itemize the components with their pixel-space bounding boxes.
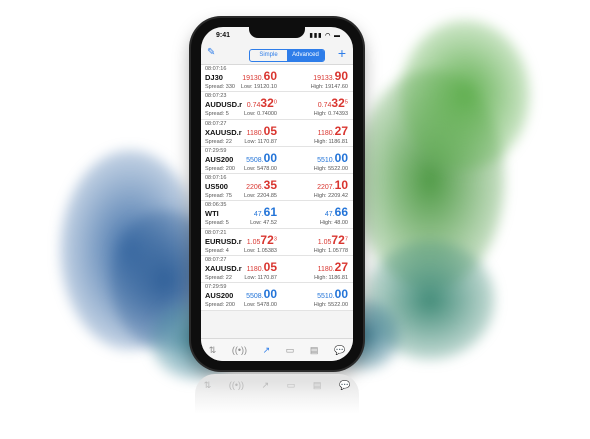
quote-high: High: 1186.81 [314,138,348,145]
quote-low: Low: 19120.10 [240,84,277,90]
quote-ask: 5510.00 [317,287,348,302]
quote-bid: 1180.05 [246,260,277,275]
quote-row[interactable]: 08:07:21 EURUSD.r Spread: 4 1.05723 1.05… [201,229,353,257]
phone-reflection: ⇅ ((•)) ↗ ▭ ▤ 💬 [195,374,359,414]
quote-spread: Spread: 200 [205,165,235,172]
quote-row[interactable]: 08:07:23 AUDUSD.r Spread: 5 0.74320 0.74… [201,92,353,120]
quote-low: Low: 47.52 [250,220,277,227]
quote-high: High: 48.00 [319,220,348,227]
quote-high: High: 1186.81 [314,275,348,282]
quote-ask: 47.66 [324,205,348,220]
quote-low: Low: 5478.00 [243,165,277,172]
quote-ask: 19133.90 [313,69,348,83]
reflection-news-icon: ▤ [312,380,322,390]
quote-ask: 1.05727 [317,232,348,247]
quotes-list: 08:07:16 DJ30 Spread: 330 19130.60 19133… [201,65,353,311]
quote-time: 07:29:59 [205,284,227,291]
phone-screen: 9:41 ▮▮▮ ◠ ▬ ✎ Simple Advanced + 08:07:1… [201,27,353,361]
phone-frame: 9:41 ▮▮▮ ◠ ▬ ✎ Simple Advanced + 08:07:1… [191,18,363,370]
quote-low: Low: 2204.85 [243,193,277,200]
quote-time: 08:07:16 [205,66,227,72]
quote-high: High: 5522.00 [313,165,348,172]
quote-row[interactable]: 08:06:35 WTI Spread: 5 47.61 47.66 Low: … [201,201,353,229]
quotes-tab-icon[interactable]: ⇅ [209,345,217,356]
quote-symbol: AUS200 [205,291,234,301]
quote-time: 08:07:23 [205,93,227,100]
reflection-chart-icon: ((•)) [228,380,245,390]
messages-tab-icon[interactable]: 💬 [334,345,345,356]
edit-icon[interactable]: ✎ [207,47,215,58]
quote-high: High: 5522.00 [313,302,348,309]
quote-bid: 19130.60 [242,69,277,83]
quote-spread: Spread: 330 [205,84,235,90]
reflection-quotes-icon: ⇅ [203,380,212,390]
quote-low: Low: 5478.00 [243,302,277,309]
quote-high: High: 2209.42 [313,193,348,200]
quote-high: High: 1.05778 [313,247,348,254]
quote-bid: 0.74320 [246,96,277,111]
quote-low: Low: 1170.87 [244,275,277,282]
news-tab-icon[interactable]: ▤ [310,345,319,356]
tab-simple[interactable]: Simple [250,50,287,61]
quote-row[interactable]: 08:07:16 DJ30 Spread: 330 19130.60 19133… [201,65,353,93]
quote-low: Low: 1.05383 [243,247,277,254]
phone-notch [249,27,305,38]
quote-row[interactable]: 08:07:16 US500 Spread: 75 2206.35 2207.1… [201,174,353,202]
quote-high: High: 0.74393 [313,111,348,118]
quote-symbol: DJ30 [205,73,223,82]
quote-high: High: 19147.60 [310,84,348,90]
quote-ask: 0.74325 [317,96,348,111]
quote-spread: Spread: 75 [205,193,232,200]
quote-ask: 5510.00 [317,150,348,165]
quote-bid: 2206.35 [246,178,277,193]
status-icons: ▮▮▮ ◠ ▬ [309,33,341,39]
bottom-tab-bar: ⇅ ((•)) ↗ ▭ ▤ 💬 [201,338,353,361]
reflection-history-icon: ▭ [286,380,296,390]
quote-ask: 1180.27 [317,260,348,275]
quote-time: 08:07:27 [205,120,227,127]
quote-low: Low: 1170.87 [244,138,277,145]
quote-time: 07:29:59 [205,147,227,154]
quote-spread: Spread: 5 [205,220,229,227]
quote-time: 08:07:27 [205,257,227,264]
quote-spread: Spread: 200 [205,302,235,309]
trade-tab-icon[interactable]: ↗ [263,345,271,356]
status-time: 9:41 [216,32,231,39]
quote-bid: 5508.00 [246,287,277,302]
quote-spread: Spread: 22 [205,275,232,282]
quote-row[interactable]: 07:29:59 AUS200 Spread: 200 5508.00 5510… [201,147,353,175]
view-mode-segmented-control: Simple Advanced [249,49,325,62]
quote-symbol: XAUUSD.r [205,127,242,137]
quote-symbol: EURUSD.r [205,236,242,246]
quote-spread: Spread: 5 [205,111,229,118]
quote-row[interactable]: 08:07:27 XAUUSD.r Spread: 22 1180.05 118… [201,256,353,284]
quote-row[interactable]: 08:07:27 XAUUSD.r Spread: 22 1180.05 118… [201,120,353,147]
quote-row[interactable]: 07:29:59 AUS200 Spread: 200 5508.00 5510… [201,283,353,311]
quotes-toolbar: ✎ Simple Advanced + [201,44,353,65]
quote-symbol: WTI [205,209,219,219]
reflection-messages-icon: 💬 [338,380,351,390]
quote-bid: 47.61 [253,205,277,220]
quote-time: 08:06:35 [205,202,227,209]
quote-spread: Spread: 4 [205,247,229,254]
add-symbol-icon[interactable]: + [338,45,346,61]
quote-symbol: AUDUSD.r [205,100,243,110]
quote-bid: 5508.00 [246,150,277,165]
reflection-trade-icon: ↗ [261,380,270,390]
quote-time: 08:07:16 [205,175,227,182]
quote-time: 08:07:21 [205,229,227,236]
quote-symbol: US500 [205,182,228,192]
quote-low: Low: 0.74000 [243,111,277,118]
quote-symbol: XAUUSD.r [205,264,242,274]
history-tab-icon[interactable]: ▭ [286,345,295,356]
quote-symbol: AUS200 [205,154,234,164]
quote-ask: 1180.27 [317,123,348,138]
quote-ask: 2207.10 [317,178,348,193]
quote-bid: 1180.05 [246,123,277,138]
chart-tab-icon[interactable]: ((•)) [232,345,247,355]
quote-spread: Spread: 22 [205,138,232,145]
quote-bid: 1.05723 [246,232,277,247]
tab-advanced[interactable]: Advanced [287,50,324,61]
